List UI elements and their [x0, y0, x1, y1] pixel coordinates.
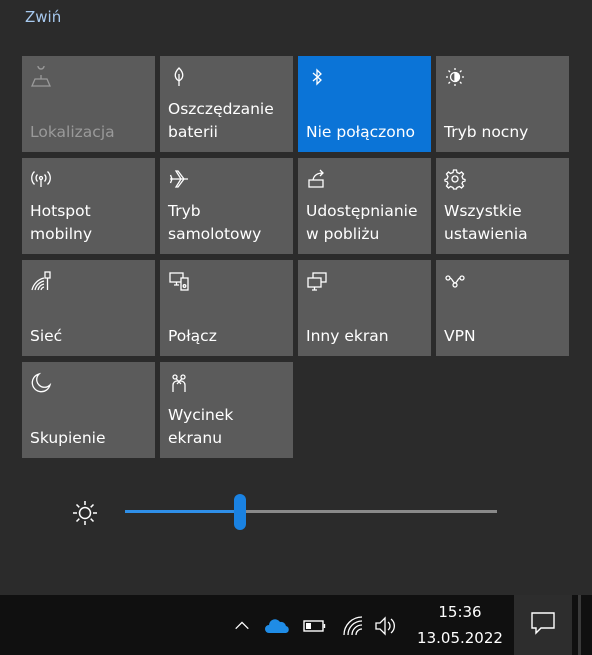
bluetooth-icon [306, 66, 328, 88]
connect-icon [168, 270, 190, 292]
action-center: Zwiń Lokalizacja Oszczędzanie baterii Ni… [0, 0, 592, 595]
gear-icon [444, 168, 466, 190]
show-desktop-bar [578, 595, 581, 655]
clock-time: 15:36 [438, 603, 482, 621]
tile-label: Lokalizacja [30, 123, 115, 141]
tile-label: Wszystkie ustawienia [444, 202, 528, 243]
airplane-icon [168, 168, 190, 190]
tile-label: Tryb samolotowy [168, 202, 262, 243]
tile-label: Hotspot mobilny [30, 202, 93, 243]
tile-nearby-sharing[interactable]: Udostępnianie w pobliżu [298, 158, 431, 254]
tile-label: VPN [444, 327, 476, 345]
network-icon [30, 270, 52, 292]
tile-connect[interactable]: Połącz [160, 260, 293, 356]
location-icon [30, 66, 52, 88]
brightness-icon [70, 498, 100, 528]
tile-network[interactable]: Sieć [22, 260, 155, 356]
brightness-control [0, 488, 592, 532]
show-desktop-strip[interactable] [576, 595, 592, 655]
snip-icon [168, 372, 190, 394]
notification-icon [529, 609, 557, 641]
brightness-slider-thumb[interactable] [234, 494, 247, 530]
tile-label: Inny ekran [306, 327, 389, 345]
notification-center-button[interactable] [514, 595, 572, 655]
vpn-icon [444, 270, 466, 292]
nearby-share-icon [306, 168, 328, 190]
battery-icon[interactable] [302, 613, 328, 639]
hotspot-icon [30, 168, 52, 190]
tile-label: Sieć [30, 327, 63, 345]
clock-date: 13.05.2022 [417, 629, 503, 647]
tile-mobile-hotspot[interactable]: Hotspot mobilny [22, 158, 155, 254]
tile-vpn[interactable]: VPN [436, 260, 569, 356]
tile-focus-assist[interactable]: Skupienie [22, 362, 155, 458]
tile-label: Tryb nocny [444, 123, 529, 141]
tile-screen-snip[interactable]: Wycinek ekranu [160, 362, 293, 458]
tile-airplane-mode[interactable]: Tryb samolotowy [160, 158, 293, 254]
tile-night-light[interactable]: Tryb nocny [436, 56, 569, 152]
project-icon [306, 270, 328, 292]
tile-label: Udostępnianie w pobliżu [306, 202, 418, 243]
taskbar: 15:36 13.05.2022 [0, 595, 592, 655]
night-light-icon [444, 66, 466, 88]
tile-label: Połącz [168, 327, 217, 345]
tile-bluetooth[interactable]: Nie połączono [298, 56, 431, 152]
tile-label: Nie połączono [306, 123, 416, 141]
taskbar-clock[interactable]: 15:36 13.05.2022 [410, 599, 510, 651]
tile-location[interactable]: Lokalizacja [22, 56, 155, 152]
brightness-slider-fill [125, 510, 241, 513]
tile-label: Wycinek ekranu [168, 406, 234, 447]
tile-project[interactable]: Inny ekran [298, 260, 431, 356]
tile-all-settings[interactable]: Wszystkie ustawienia [436, 158, 569, 254]
onedrive-icon[interactable] [264, 613, 290, 639]
volume-icon[interactable] [373, 613, 399, 639]
tile-label: Skupienie [30, 429, 106, 447]
tile-battery-saver[interactable]: Oszczędzanie baterii [160, 56, 293, 152]
wifi-icon[interactable] [340, 613, 366, 639]
quick-actions-grid: Lokalizacja Oszczędzanie baterii Nie poł… [22, 56, 570, 458]
tile-label: Oszczędzanie baterii [168, 100, 274, 141]
chevron-up-icon[interactable] [229, 613, 255, 639]
brightness-slider[interactable] [125, 494, 497, 530]
focus-assist-icon [30, 372, 52, 394]
collapse-link[interactable]: Zwiń [25, 8, 61, 26]
battery-saver-icon [168, 66, 190, 88]
